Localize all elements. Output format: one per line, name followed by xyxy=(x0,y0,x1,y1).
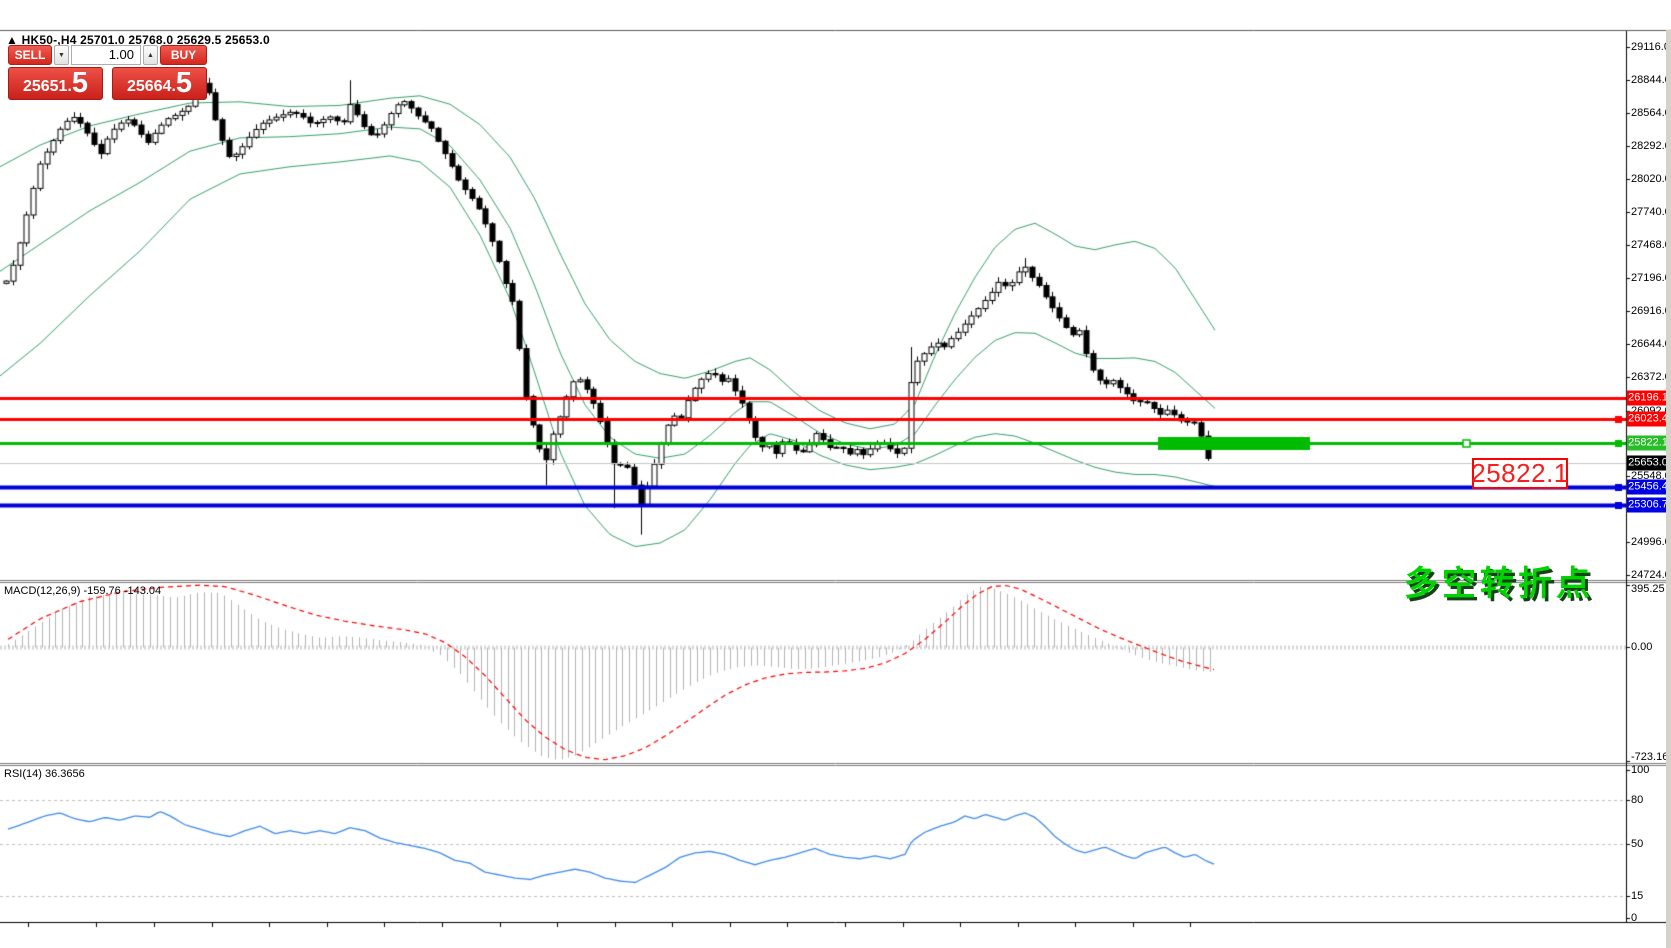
sell-price-big-digit: 5 xyxy=(72,70,88,97)
macd-tick-label: -723.16 xyxy=(1631,751,1668,763)
price-tick-label: 28844.0 xyxy=(1631,74,1671,86)
price-tick-label: 26916.0 xyxy=(1631,305,1671,317)
one-click-trading-panel: SELL ▼ 1.00 ▲ BUY 25651.5 25664.5 xyxy=(8,45,207,100)
volume-increase-button[interactable]: ▲ xyxy=(143,45,158,65)
rsi-tick-label: 0 xyxy=(1631,912,1637,924)
chart-window[interactable]: ▲ HK50-,H4 25701.0 25768.0 25629.5 25653… xyxy=(0,30,1671,948)
window-edge-strip xyxy=(1666,30,1671,948)
price-line-badge: 25306.7 xyxy=(1627,497,1669,512)
volume-input[interactable]: 1.00 xyxy=(71,45,141,65)
rsi-indicator-label: RSI(14) 36.3656 xyxy=(4,768,85,780)
buy-button[interactable]: BUY xyxy=(160,45,207,65)
rsi-tick-label: 80 xyxy=(1631,794,1643,806)
price-tick-label: 24724.0 xyxy=(1631,569,1671,581)
price-tick-label: 28020.0 xyxy=(1631,173,1671,185)
buy-price-button[interactable]: 25664.5 xyxy=(112,67,207,100)
rsi-tick-label: 50 xyxy=(1631,838,1643,850)
price-chart-canvas[interactable] xyxy=(0,0,1671,948)
price-tick-label: 27740.0 xyxy=(1631,206,1671,218)
price-tick-label: 26644.0 xyxy=(1631,338,1671,350)
sell-price-button[interactable]: 25651.5 xyxy=(8,67,103,100)
macd-tick-label: 395.25 xyxy=(1631,583,1665,595)
price-tick-label: 27468.0 xyxy=(1631,239,1671,251)
price-tick-label: 27196.0 xyxy=(1631,272,1671,284)
macd-tick-label: 0.00 xyxy=(1631,641,1652,653)
sell-button[interactable]: SELL xyxy=(8,45,52,65)
price-tick-label: 26372.0 xyxy=(1631,371,1671,383)
volume-decrease-button[interactable]: ▼ xyxy=(54,45,69,65)
chinese-annotation-text[interactable]: 多空转折点 xyxy=(1404,556,1594,605)
price-tick-label: 29116.0 xyxy=(1631,41,1670,53)
price-line-badge: 25653.0 xyxy=(1627,456,1669,471)
macd-indicator-label: MACD(12,26,9) -159.76 -143.04 xyxy=(4,585,161,597)
buy-price-main: 25664 xyxy=(127,77,172,97)
rsi-tick-label: 15 xyxy=(1631,890,1643,902)
price-callout-box[interactable]: 25822.1 xyxy=(1472,458,1568,489)
buy-price-big-digit: 5 xyxy=(176,70,192,97)
price-line-badge: 26023.4 xyxy=(1627,411,1669,426)
price-tick-label: 28292.0 xyxy=(1631,140,1671,152)
price-tick-label: 28564.0 xyxy=(1631,107,1671,119)
rsi-tick-label: 100 xyxy=(1631,764,1649,776)
price-line-badge: 25822.1 xyxy=(1627,435,1669,450)
price-line-badge: 25456.4 xyxy=(1627,479,1669,494)
mt4-application: 新订单 自动交易 xyxy=(0,0,1671,948)
sell-price-main: 25651 xyxy=(23,77,68,97)
price-line-badge: 26196.1 xyxy=(1627,391,1669,406)
price-tick-label: 24996.0 xyxy=(1631,536,1671,548)
